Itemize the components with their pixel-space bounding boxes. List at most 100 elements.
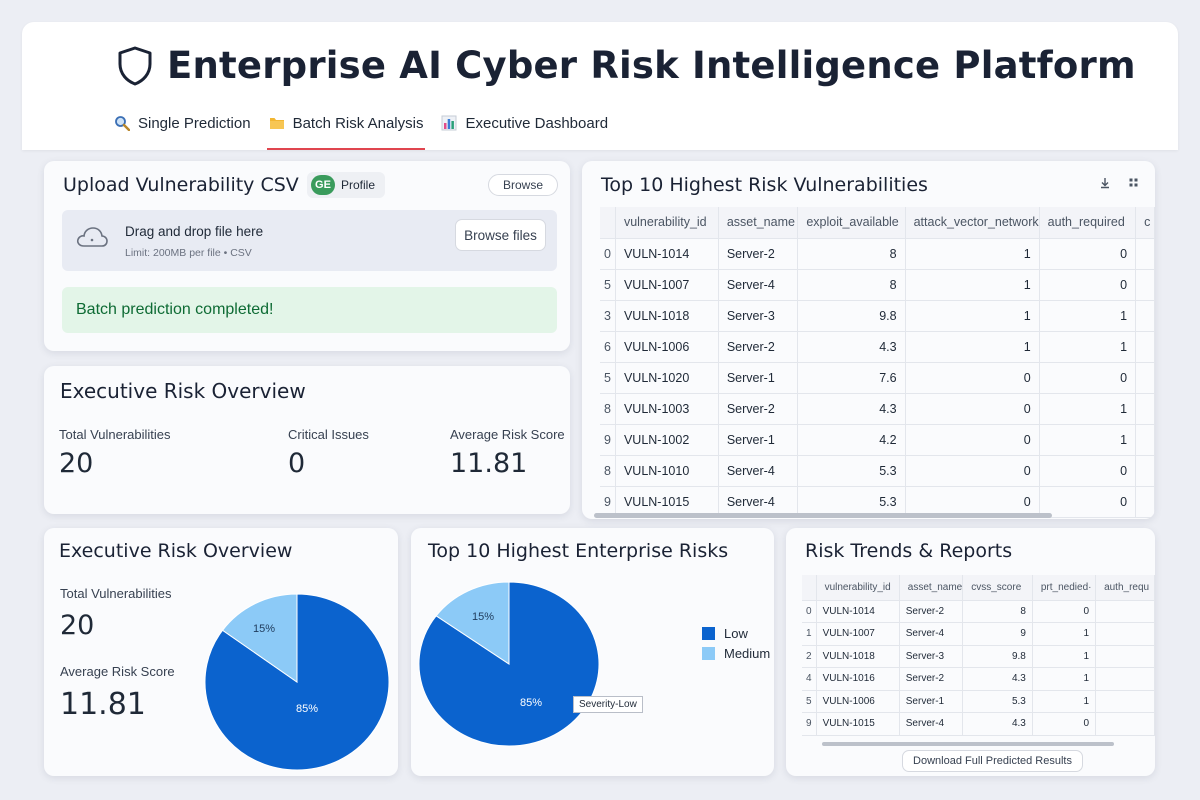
table-cell <box>1135 393 1155 425</box>
table-cell: VULN-1002 <box>615 424 719 456</box>
row-index: 1 <box>802 622 817 646</box>
top10-table[interactable]: vulnerability_id asset_name exploit_avai… <box>600 207 1155 518</box>
table-cell: VULN-1003 <box>615 393 719 425</box>
table-cell: 4.3 <box>962 712 1033 736</box>
table-horizontal-scrollbar[interactable] <box>822 742 1114 746</box>
column-header[interactable]: cvss_score <box>962 575 1033 601</box>
pie-legend: Low Medium <box>702 623 770 663</box>
magnifier-icon <box>115 116 130 131</box>
table-cell: 5.3 <box>797 455 906 487</box>
column-header[interactable]: prt_nedied· <box>1032 575 1097 601</box>
upload-card: Upload Vulnerability CSV GE Profile Brow… <box>44 161 570 351</box>
table-cell: 8 <box>962 600 1033 623</box>
table-cell: Server-2 <box>718 393 799 425</box>
table-cell: 0 <box>1032 712 1097 736</box>
shield-icon <box>118 46 152 85</box>
column-header[interactable]: asset_name <box>899 575 964 601</box>
table-cell: 0 <box>1039 269 1137 301</box>
metric-value: 11.81 <box>450 448 528 479</box>
table-cell: Server-2 <box>899 600 964 623</box>
table-cell: 0 <box>1039 455 1137 487</box>
tab-executive-dashboard[interactable]: Executive Dashboard <box>439 110 610 150</box>
fullscreen-icon[interactable] <box>1128 177 1139 188</box>
table-cell <box>1135 331 1155 363</box>
trends-table[interactable]: vulnerability_id asset_name cvss_score p… <box>802 575 1155 736</box>
metric-value: 11.81 <box>60 687 146 722</box>
metric-label: Critical Issues <box>288 427 369 442</box>
table-row[interactable]: 6 VULN-1006 Server-2 4.3 1 1 <box>600 331 1155 363</box>
top-risks-heading: Top 10 Highest Enterprise Risks <box>428 540 729 562</box>
page-title: Enterprise AI Cyber Risk Intelligence Pl… <box>167 44 1136 87</box>
overview-heading: Executive Risk Overview <box>60 379 306 403</box>
download-icon[interactable] <box>1099 177 1111 189</box>
table-cell: 4.2 <box>797 424 906 456</box>
tab-single-prediction[interactable]: Single Prediction <box>112 110 253 150</box>
metric-label: Total Vulnerabilities <box>60 586 172 601</box>
table-row[interactable]: 8 VULN-1003 Server-2 4.3 0 1 <box>600 393 1155 425</box>
row-index: 2 <box>802 645 817 668</box>
table-cell: 9.8 <box>962 645 1033 668</box>
app-header: Enterprise AI Cyber Risk Intelligence Pl… <box>22 22 1178 150</box>
profile-chip[interactable]: GE Profile <box>307 172 386 198</box>
table-row[interactable]: 5 VULN-1007 Server-4 8 1 0 <box>600 269 1155 301</box>
pie-slice-label: 85% <box>296 703 318 715</box>
table-row[interactable]: 4 VULN-1016 Server-2 4.3 1 <box>802 667 1155 691</box>
pie-slice-label: 15% <box>472 611 494 623</box>
table-cell: Server-2 <box>899 667 964 691</box>
table-cell: 0 <box>905 362 1040 394</box>
table-row[interactable]: 5 VULN-1020 Server-1 7.6 0 0 <box>600 362 1155 394</box>
table-row[interactable]: 1 VULN-1007 Server-4 9 1 <box>802 622 1155 646</box>
table-cell <box>1135 486 1155 518</box>
legend-item-low[interactable]: Low <box>702 623 770 643</box>
cloud-upload-icon <box>76 227 108 247</box>
table-cell: Server-4 <box>718 455 799 487</box>
row-index: 8 <box>600 393 616 425</box>
success-alert: Batch prediction completed! <box>62 287 557 333</box>
metric-label: Average Risk Score <box>60 664 175 679</box>
metric-value: 0 <box>288 448 306 479</box>
table-row[interactable]: 0 VULN-1014 Server-2 8 1 0 <box>600 238 1155 270</box>
metric-label: Average Risk Score <box>450 427 565 442</box>
table-row[interactable]: 2 VULN-1018 Server-3 9.8 1 <box>802 645 1155 668</box>
column-header[interactable]: auth_requ <box>1095 575 1155 601</box>
browse-files-button[interactable]: Browse files <box>455 219 546 251</box>
table-horizontal-scrollbar[interactable] <box>594 513 1052 518</box>
tab-batch-risk-analysis[interactable]: Batch Risk Analysis <box>266 110 426 150</box>
row-index: 5 <box>600 269 616 301</box>
table-cell: 1 <box>1039 424 1137 456</box>
risk-overview-pie-card: Executive Risk Overview Total Vulnerabil… <box>44 528 398 776</box>
metric-value: 20 <box>60 610 95 641</box>
folder-icon <box>269 118 284 129</box>
table-cell: 1 <box>905 300 1040 332</box>
table-cell: VULN-1015 <box>816 712 900 736</box>
severity-pie[interactable]: 85% 15% <box>418 580 603 750</box>
column-header[interactable]: attack_vector_network <box>905 207 1040 239</box>
profile-label: Profile <box>341 178 376 192</box>
row-index: 9 <box>600 424 616 456</box>
column-header[interactable]: exploit_available <box>797 207 906 239</box>
table-cell: VULN-1018 <box>816 645 900 668</box>
table-cell: 1 <box>1032 690 1097 713</box>
column-header[interactable]: vulnerability_id <box>816 575 900 601</box>
table-row[interactable]: 9 VULN-1015 Server-4 4.3 0 <box>802 712 1155 736</box>
download-results-button[interactable]: Download Full Predicted Results <box>902 750 1083 772</box>
column-header[interactable]: vulnerability_id <box>615 207 719 239</box>
column-header[interactable]: auth_required <box>1039 207 1137 239</box>
table-row[interactable]: 9 VULN-1002 Server-1 4.2 0 1 <box>600 424 1155 456</box>
table-cell: Server-3 <box>899 645 964 668</box>
table-row[interactable]: 5 VULN-1006 Server-1 5.3 1 <box>802 690 1155 713</box>
table-cell: 4.3 <box>962 667 1033 691</box>
table-cell: VULN-1010 <box>615 455 719 487</box>
table-cell <box>1135 362 1155 394</box>
table-cell: 5.3 <box>962 690 1033 713</box>
column-header[interactable]: asset_name <box>718 207 799 239</box>
table-cell: VULN-1020 <box>615 362 719 394</box>
table-row[interactable]: 8 VULN-1010 Server-4 5.3 0 0 <box>600 455 1155 487</box>
file-dropzone[interactable]: Drag and drop file here Limit: 200MB per… <box>62 210 557 271</box>
profile-badge-icon: GE <box>311 175 335 195</box>
table-row[interactable]: 0 VULN-1014 Server-2 8 0 <box>802 600 1155 623</box>
table-row[interactable]: 3 VULN-1018 Server-3 9.8 1 1 <box>600 300 1155 332</box>
browse-button[interactable]: Browse <box>488 174 558 196</box>
legend-item-medium[interactable]: Medium <box>702 643 770 663</box>
column-header[interactable]: c <box>1135 207 1155 239</box>
